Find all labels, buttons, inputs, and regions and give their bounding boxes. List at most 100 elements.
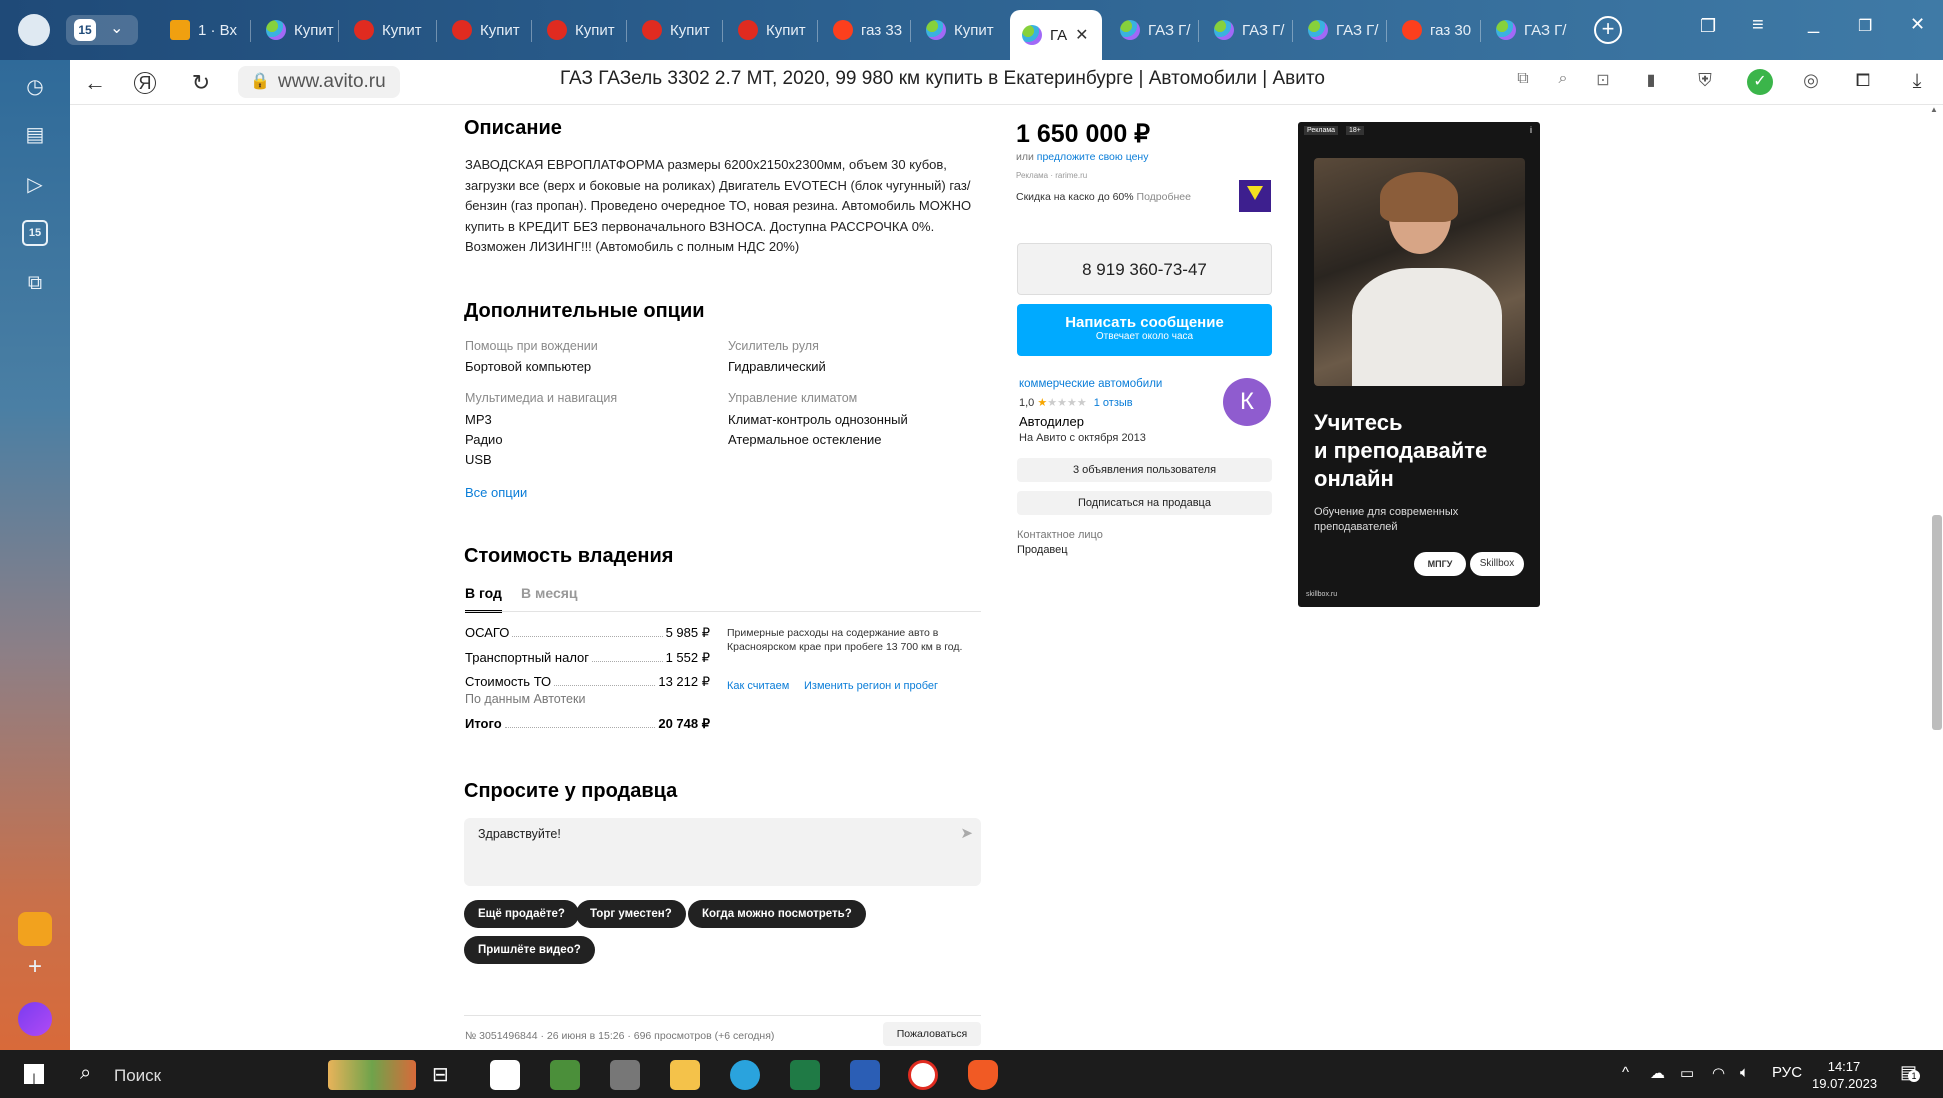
url-field[interactable]: 🔒 www.avito.ru <box>238 66 400 98</box>
extension-icon[interactable]: ⊡ <box>1590 70 1616 90</box>
multimedia-value: MP3 <box>465 412 492 427</box>
tab-avito-1[interactable]: Купит <box>254 12 334 48</box>
wifi-icon[interactable]: ◠ <box>1712 1064 1725 1082</box>
tab-drom-5[interactable]: Купит <box>726 12 814 48</box>
translate-icon[interactable]: ⧠ <box>1850 70 1876 91</box>
tab-avito-4[interactable]: ГАЗ Г/ <box>1202 12 1288 48</box>
quick-question-chip[interactable]: Ещё продаёте? <box>464 900 579 928</box>
ad-subtext: Обучение для современных преподавателей <box>1314 506 1459 533</box>
reviews-link[interactable]: 1 отзыв <box>1094 397 1133 409</box>
bookmark-icon[interactable]: ▮ <box>1638 70 1664 90</box>
add-icon[interactable]: + <box>22 954 48 980</box>
ad-banner[interactable]: Реклама 18+ i Учитесь и преподавайте онл… <box>1298 122 1540 607</box>
tab-yandex-1[interactable]: газ 33 <box>821 12 907 48</box>
subscribe-seller-button[interactable]: Подписаться на продавца <box>1017 491 1272 515</box>
reload-icon[interactable]: ↻ <box>188 70 214 96</box>
quick-question-chip[interactable]: Когда можно посмотреть? <box>688 900 866 928</box>
drom-icon <box>547 20 567 40</box>
telegram-icon[interactable] <box>730 1060 760 1090</box>
report-button[interactable]: Пожаловаться <box>883 1022 981 1046</box>
windows-start-icon[interactable] <box>24 1064 44 1084</box>
battery-icon[interactable]: ▭ <box>1680 1064 1694 1082</box>
cost-row-osago: ОСАГО 5 985 ₽ <box>465 625 710 640</box>
new-tab-button[interactable]: + <box>1594 16 1622 44</box>
tab-active[interactable]: ГА ✕ <box>1010 10 1102 60</box>
tab-drom-1[interactable]: Купит <box>342 12 422 48</box>
quick-question-chip[interactable]: Торг уместен? <box>576 900 686 928</box>
calendar-icon[interactable]: 15 <box>22 220 48 246</box>
taskbar-app-icon[interactable] <box>550 1060 580 1090</box>
yandex-browser-icon[interactable] <box>908 1060 938 1090</box>
quick-question-chip[interactable]: Пришлёте видео? <box>464 936 595 964</box>
change-region-link[interactable]: Изменить регион и пробег <box>804 680 938 692</box>
avatar[interactable]: К <box>1223 378 1271 426</box>
tab-avito-5[interactable]: ГАЗ Г/ <box>1296 12 1382 48</box>
kasko-logo-icon[interactable] <box>1239 180 1271 212</box>
yandex-home-icon[interactable]: Я <box>134 72 156 94</box>
taskbar-app-icon[interactable] <box>490 1060 520 1090</box>
avito-icon <box>926 20 946 40</box>
tab-avito-6[interactable]: ГАЗ Г/ <box>1484 12 1570 48</box>
all-options-link[interactable]: Все опции <box>465 485 527 500</box>
back-icon[interactable]: ← <box>82 70 108 96</box>
scroll-up-arrow[interactable]: ▲ <box>1930 105 1938 114</box>
tab-per-month[interactable]: В месяц <box>521 585 578 601</box>
how-we-count-link[interactable]: Как считаем <box>727 680 789 692</box>
multimedia-value: USB <box>465 452 492 467</box>
tab-yandex-2[interactable]: газ 30 <box>1390 12 1476 48</box>
yandex-profile-icon[interactable] <box>18 14 50 46</box>
kasko-more-link[interactable]: Подробнее <box>1137 191 1191 203</box>
tab-mail[interactable]: 1 · Вх <box>158 12 246 48</box>
tray-chevron-up-icon[interactable]: ^ <box>1622 1064 1629 1081</box>
phone-button[interactable]: 8 919 360-73-47 <box>1017 243 1272 295</box>
close-window-icon[interactable]: ✕ <box>1910 14 1925 35</box>
file-explorer-icon[interactable] <box>670 1060 700 1090</box>
excel-icon[interactable] <box>790 1060 820 1090</box>
tab-drom-3[interactable]: Купит <box>535 12 623 48</box>
tab-drom-2[interactable]: Купит <box>440 12 528 48</box>
restore-icon[interactable]: ❐ <box>1858 16 1872 36</box>
menu-icon[interactable]: ≡ <box>1752 14 1764 37</box>
tab-avito-2[interactable]: Купит <box>914 12 1002 48</box>
clock[interactable]: 14:17 19.07.2023 <box>1812 1058 1877 1092</box>
collections-icon[interactable]: ❐ <box>1700 16 1716 37</box>
mail-icon <box>170 20 190 40</box>
taskbar-search[interactable]: ⌕ Поиск <box>78 1060 418 1090</box>
taskbar-app-icon[interactable] <box>610 1060 640 1090</box>
cost-row-total: Итого 20 748 ₽ <box>465 716 710 731</box>
seller-name[interactable]: коммерческие автомобили <box>1019 378 1162 390</box>
tab-counter-button[interactable]: 15 ⌄ <box>66 15 138 45</box>
seller-listings-button[interactable]: 3 объявления пользователя <box>1017 458 1272 482</box>
search-page-icon[interactable]: ⌕ <box>1550 70 1576 88</box>
scrollbar-thumb[interactable] <box>1932 515 1942 730</box>
info-icon[interactable]: i <box>1530 125 1532 135</box>
lock-icon: 🔒 <box>250 73 270 90</box>
close-tab-icon[interactable]: ✕ <box>1075 25 1088 45</box>
screenshot-icon[interactable]: ⧉ <box>22 270 48 296</box>
share-icon[interactable]: ⧉ <box>1510 70 1536 88</box>
task-view-icon[interactable]: ⊟ <box>432 1062 449 1087</box>
tab-avito-3[interactable]: ГАЗ Г/ <box>1108 12 1194 48</box>
brave-icon[interactable] <box>968 1060 998 1090</box>
tab-per-year[interactable]: В год <box>465 585 502 613</box>
vpn-icon[interactable]: ◎ <box>1798 70 1824 91</box>
price-offer-link[interactable]: предложите свою цену <box>1037 151 1149 163</box>
cloud-icon[interactable]: ☁ <box>1650 1064 1665 1082</box>
download-icon[interactable]: ⤓ <box>1904 70 1930 93</box>
tab-drom-4[interactable]: Купит <box>630 12 718 48</box>
play-icon[interactable]: ▷ <box>22 172 48 198</box>
word-icon[interactable] <box>850 1060 880 1090</box>
notes-icon[interactable]: ▤ <box>22 122 48 148</box>
protect-icon[interactable]: ⛨ <box>1692 70 1718 91</box>
alice-icon[interactable] <box>18 1002 52 1036</box>
history-icon[interactable]: ◷ <box>22 74 48 100</box>
language-indicator[interactable]: РУС <box>1772 1064 1802 1081</box>
minimize-icon[interactable]: _ <box>1808 12 1819 35</box>
notifications-icon[interactable]: ▤1 <box>1900 1062 1920 1083</box>
write-message-button[interactable]: Написать сообщение Отвечает около часа <box>1017 304 1272 356</box>
message-input[interactable]: Здравствуйте! ➤ <box>464 818 981 886</box>
volume-icon[interactable]: 🔈︎ <box>1740 1064 1749 1081</box>
send-icon[interactable]: ➤ <box>960 824 973 842</box>
mail-app-icon[interactable] <box>18 912 52 946</box>
adblock-icon[interactable]: ✓ <box>1747 69 1773 95</box>
